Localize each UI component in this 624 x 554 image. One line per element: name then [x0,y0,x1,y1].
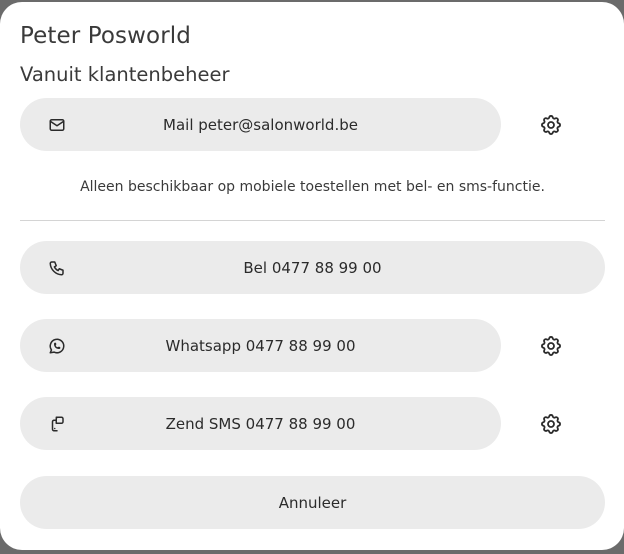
sms-button[interactable]: Zend SMS 0477 88 99 00 [20,397,501,450]
dialog-title: Peter Posworld [20,23,191,49]
contact-dialog: Peter Posworld Vanuit klantenbeheer Mail… [0,2,624,550]
whatsapp-button[interactable]: Whatsapp 0477 88 99 00 [20,319,501,372]
divider [20,220,605,221]
cancel-button-label: Annuleer [278,493,347,512]
mail-settings-gear-icon[interactable] [539,113,563,137]
call-button-label: Bel 0477 88 99 00 [243,258,382,277]
cancel-button[interactable]: Annuleer [20,476,605,529]
dialog-subtitle: Vanuit klantenbeheer [20,63,230,86]
whatsapp-button-label: Whatsapp 0477 88 99 00 [165,336,356,355]
call-button[interactable]: Bel 0477 88 99 00 [20,241,605,294]
mail-button-label: Mail peter@salonworld.be [163,115,358,134]
whatsapp-settings-gear-icon[interactable] [539,334,563,358]
availability-note: Alleen beschikbaar op mobiele toestellen… [80,179,545,195]
whatsapp-icon [47,336,67,356]
sms-button-label: Zend SMS 0477 88 99 00 [165,414,356,433]
mail-button[interactable]: Mail peter@salonworld.be [20,98,501,151]
sms-icon [47,414,67,434]
mail-icon [47,115,67,135]
sms-settings-gear-icon[interactable] [539,412,563,436]
phone-icon [47,258,67,278]
